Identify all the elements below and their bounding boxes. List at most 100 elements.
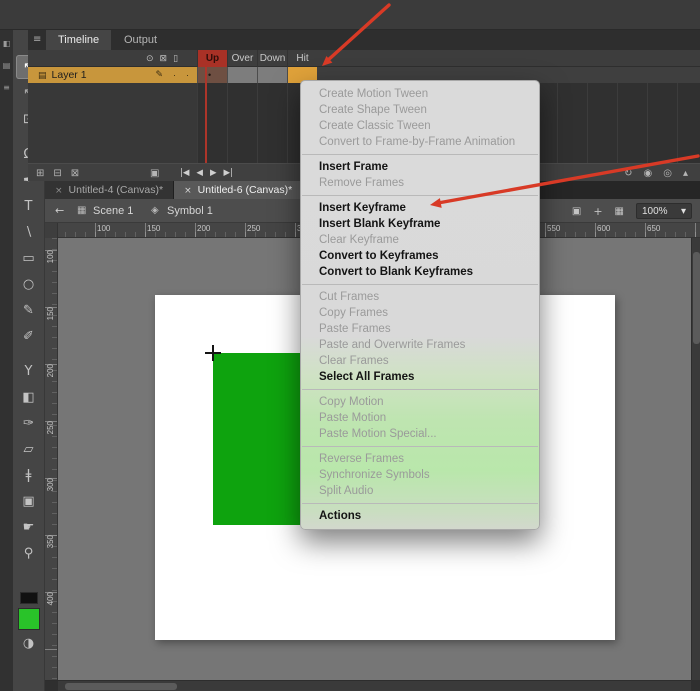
ruler-mark: 400	[46, 592, 57, 605]
close-tab-icon[interactable]: ×	[184, 186, 192, 196]
horizontal-scrollbar-thumb[interactable]	[65, 683, 177, 690]
menu-item-paste-frames[interactable]: Paste Frames	[301, 321, 539, 337]
tool-options-icon[interactable]: ◑	[16, 631, 42, 655]
tab-output[interactable]: Output	[112, 30, 169, 50]
play-icon[interactable]: ▶	[210, 168, 217, 178]
ruler-mark: 200	[197, 224, 210, 233]
vertical-scrollbar-thumb[interactable]	[693, 252, 700, 344]
hand-tool[interactable]: ☛	[16, 515, 42, 539]
vertical-scrollbar[interactable]	[691, 238, 700, 680]
scrollbar-corner	[45, 681, 58, 691]
document-tab-untitled-4[interactable]: × Untitled-4 (Canvas)*	[45, 181, 174, 199]
frame-cell-over[interactable]	[227, 67, 257, 83]
frame-cell-down[interactable]	[257, 67, 287, 83]
menu-item-paste-motion[interactable]: Paste Motion	[301, 410, 539, 426]
layer-lock-dot[interactable]: ·	[186, 67, 189, 83]
edit-symbols-icon[interactable]: ▣	[572, 206, 581, 217]
camera-tool[interactable]: ▣	[16, 489, 42, 513]
pencil-tool[interactable]: ✎	[16, 298, 42, 322]
menu-item-synchronize-symbols[interactable]: Synchronize Symbols	[301, 467, 539, 483]
bone-tool[interactable]: Y	[16, 359, 42, 383]
delete-layer-icon[interactable]: ⊠	[71, 168, 79, 179]
onion-skin-icon[interactable]: ◉	[644, 168, 653, 179]
document-tab-untitled-6[interactable]: ×Untitled-6 (Canvas)*	[174, 181, 303, 199]
menu-item-convert-to-frame-by-frame-animation[interactable]: Convert to Frame-by-Frame Animation	[301, 134, 539, 150]
drawn-rectangle[interactable]	[213, 353, 310, 525]
document-tab-label: Untitled-4 (Canvas)*	[69, 184, 164, 196]
frame-header-up[interactable]: Up	[197, 50, 227, 67]
stroke-color-swatch[interactable]	[20, 592, 38, 604]
width-tool[interactable]: ǂ	[16, 463, 42, 487]
eyedropper-tool[interactable]: ✑	[16, 411, 42, 435]
panel-menu-icon[interactable]: ≡	[33, 34, 41, 45]
loop-icon[interactable]: ↻	[624, 168, 632, 179]
ruler-mark: 300	[46, 478, 57, 491]
frame-cell-up[interactable]: •	[197, 67, 227, 83]
menu-item-clear-frames[interactable]: Clear Frames	[301, 353, 539, 369]
layer-visible-dot[interactable]: ·	[173, 67, 176, 83]
menu-item-remove-frames[interactable]: Remove Frames	[301, 175, 539, 191]
menu-item-paste-motion-special[interactable]: Paste Motion Special...	[301, 426, 539, 442]
oval-tool[interactable]: ○	[16, 272, 42, 296]
eraser-tool[interactable]: ▱	[16, 437, 42, 461]
frame-header-hit[interactable]: Hit	[287, 50, 317, 67]
go-to-first-frame-icon[interactable]: |◀	[180, 168, 189, 178]
menu-item-copy-motion[interactable]: Copy Motion	[301, 394, 539, 410]
menu-item-copy-frames[interactable]: Copy Frames	[301, 305, 539, 321]
camera-toggle-icon[interactable]: ▣	[150, 168, 159, 179]
go-to-last-frame-icon[interactable]: ▶|	[224, 168, 233, 178]
menu-item-insert-frame[interactable]: Insert Frame	[301, 159, 539, 175]
menu-separator	[302, 503, 538, 504]
menu-item-insert-keyframe[interactable]: Insert Keyframe	[301, 200, 539, 216]
rectangle-tool[interactable]: ▭	[16, 246, 42, 270]
menu-item-cut-frames[interactable]: Cut Frames	[301, 289, 539, 305]
symbol-icon: ◈	[151, 199, 159, 223]
timeline-tab-bar: ≡ Timeline Output	[28, 30, 700, 50]
menu-separator	[302, 389, 538, 390]
eye-icon[interactable]: ⊙	[146, 54, 154, 64]
brush-tool[interactable]: ✐	[16, 324, 42, 348]
breadcrumb-scene[interactable]: Scene 1	[93, 199, 133, 223]
outline-icon[interactable]: ▯	[173, 54, 178, 64]
center-stage-icon[interactable]: +	[593, 205, 602, 218]
lock-icon[interactable]: ⊠	[160, 54, 168, 64]
frame-header-down[interactable]: Down	[257, 50, 287, 67]
new-folder-icon[interactable]: ⊟	[53, 168, 61, 179]
menu-item-create-classic-tween[interactable]: Create Classic Tween	[301, 118, 539, 134]
menu-item-actions[interactable]: Actions	[301, 508, 539, 524]
playhead[interactable]	[205, 67, 207, 163]
new-layer-icon[interactable]: ⊞	[36, 168, 44, 179]
breadcrumb-symbol[interactable]: Symbol 1	[167, 199, 213, 223]
grid-icon[interactable]: ▦	[615, 206, 624, 217]
menu-item-split-audio[interactable]: Split Audio	[301, 483, 539, 499]
ruler-mark: 250	[46, 421, 57, 434]
menu-item-select-all-frames[interactable]: Select All Frames	[301, 369, 539, 385]
menu-item-create-motion-tween[interactable]: Create Motion Tween	[301, 86, 539, 102]
dock-panel-icon[interactable]: ≡	[3, 84, 10, 92]
layer-row[interactable]: ▤Layer 1 ✎ · ·	[28, 67, 197, 83]
zoom-select[interactable]: 100% ▾	[636, 203, 692, 219]
menu-item-clear-keyframe[interactable]: Clear Keyframe	[301, 232, 539, 248]
paint-bucket-tool[interactable]: ◧	[16, 385, 42, 409]
tab-timeline[interactable]: Timeline	[46, 30, 111, 50]
menu-item-reverse-frames[interactable]: Reverse Frames	[301, 451, 539, 467]
back-arrow-icon[interactable]: ←	[55, 199, 64, 223]
dock-panel-icon[interactable]: ◧	[3, 40, 11, 48]
menu-item-convert-to-blank-keyframes[interactable]: Convert to Blank Keyframes	[301, 264, 539, 280]
menu-item-insert-blank-keyframe[interactable]: Insert Blank Keyframe	[301, 216, 539, 232]
horizontal-scrollbar[interactable]	[45, 680, 700, 691]
menu-separator	[302, 446, 538, 447]
menu-item-convert-to-keyframes[interactable]: Convert to Keyframes	[301, 248, 539, 264]
dock-panel-icon[interactable]: ▤	[3, 62, 11, 70]
menu-item-create-shape-tween[interactable]: Create Shape Tween	[301, 102, 539, 118]
zoom-tool[interactable]: ⚲	[16, 541, 42, 565]
menu-item-paste-and-overwrite-frames[interactable]: Paste and Overwrite Frames	[301, 337, 539, 353]
close-tab-icon[interactable]: ×	[55, 186, 63, 196]
fill-color-swatch[interactable]	[18, 608, 40, 630]
text-tool[interactable]: T	[16, 194, 42, 218]
frame-header-over[interactable]: Over	[227, 50, 257, 67]
line-tool[interactable]: ∖	[16, 220, 42, 244]
onion-skin-outline-icon[interactable]: ◎	[663, 168, 672, 179]
frame-view-menu-icon[interactable]: ▴	[683, 168, 688, 179]
step-back-icon[interactable]: ◀	[196, 168, 203, 178]
